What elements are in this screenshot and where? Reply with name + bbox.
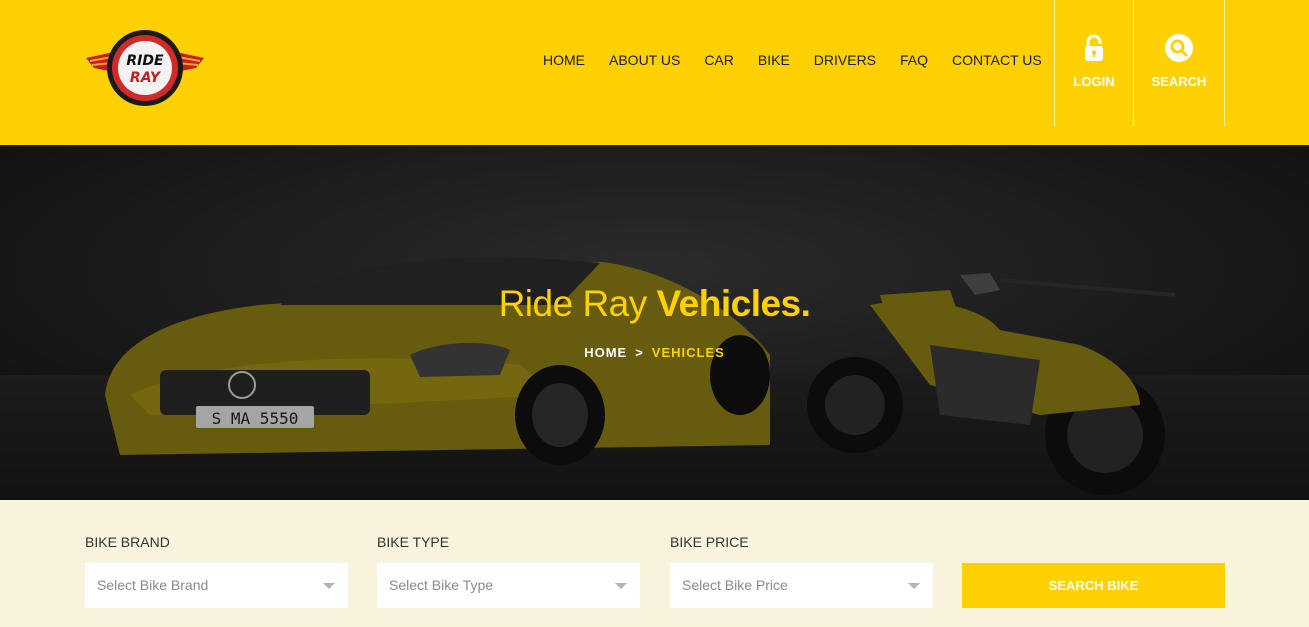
nav-faq[interactable]: FAQ <box>900 52 928 68</box>
breadcrumb-current: VEHICLES <box>651 345 725 360</box>
bike-brand-select[interactable]: Select Bike Brand <box>85 563 348 608</box>
main-nav: HOME ABOUT US CAR BIKE DRIVERS FAQ CONTA… <box>543 52 1042 68</box>
bike-price-select[interactable]: Select Bike Price <box>670 563 933 608</box>
ride-ray-logo[interactable]: RIDE RAY <box>84 28 206 108</box>
breadcrumb: HOME > VEHICLES <box>0 345 1309 360</box>
breadcrumb-home[interactable]: HOME <box>584 345 627 360</box>
search-label: SEARCH <box>1151 74 1207 89</box>
login-button[interactable]: LOGIN <box>1054 0 1134 126</box>
bike-brand-group: BIKE BRAND Select Bike Brand <box>85 534 348 608</box>
nav-car[interactable]: CAR <box>704 52 734 68</box>
bike-brand-label: BIKE BRAND <box>85 534 170 550</box>
search-button[interactable]: SEARCH <box>1134 0 1225 126</box>
page-title-regular: Ride Ray <box>498 283 648 324</box>
nav-home[interactable]: HOME <box>543 52 585 68</box>
nav-bike[interactable]: BIKE <box>758 52 790 68</box>
bike-brand-value: Select Bike Brand <box>97 577 209 593</box>
site-header: RIDE RAY HOME ABOUT US CAR BIKE DRIVERS … <box>0 0 1309 145</box>
bike-type-label: BIKE TYPE <box>377 534 450 550</box>
bike-type-value: Select Bike Type <box>389 577 494 593</box>
search-icon <box>1165 34 1193 62</box>
page-title-bold: Vehicles. <box>656 283 811 324</box>
bike-price-value: Select Bike Price <box>682 577 788 593</box>
chevron-down-icon <box>908 583 920 589</box>
bike-price-group: BIKE PRICE Select Bike Price <box>670 534 933 608</box>
bike-type-group: BIKE TYPE Select Bike Type <box>377 534 640 608</box>
hero-banner: S MA 5550 Ride Ray Vehicles. HOME > VEHICL… <box>0 145 1309 500</box>
login-label: LOGIN <box>1073 74 1115 89</box>
nav-contact-us[interactable]: CONTACT US <box>952 52 1042 68</box>
chevron-down-icon <box>615 583 627 589</box>
breadcrumb-separator: > <box>635 345 644 360</box>
chevron-down-icon <box>323 583 335 589</box>
logo-text-line2: RAY <box>130 70 162 86</box>
logo-text-line1: RIDE <box>126 53 164 69</box>
bike-price-label: BIKE PRICE <box>670 534 749 550</box>
nav-about-us[interactable]: ABOUT US <box>609 52 680 68</box>
page-title: Ride Ray Vehicles. <box>0 283 1309 325</box>
bike-type-select[interactable]: Select Bike Type <box>377 563 640 608</box>
lock-icon <box>1085 34 1103 61</box>
search-bike-button[interactable]: SEARCH BIKE <box>962 563 1225 608</box>
nav-drivers[interactable]: DRIVERS <box>814 52 876 68</box>
